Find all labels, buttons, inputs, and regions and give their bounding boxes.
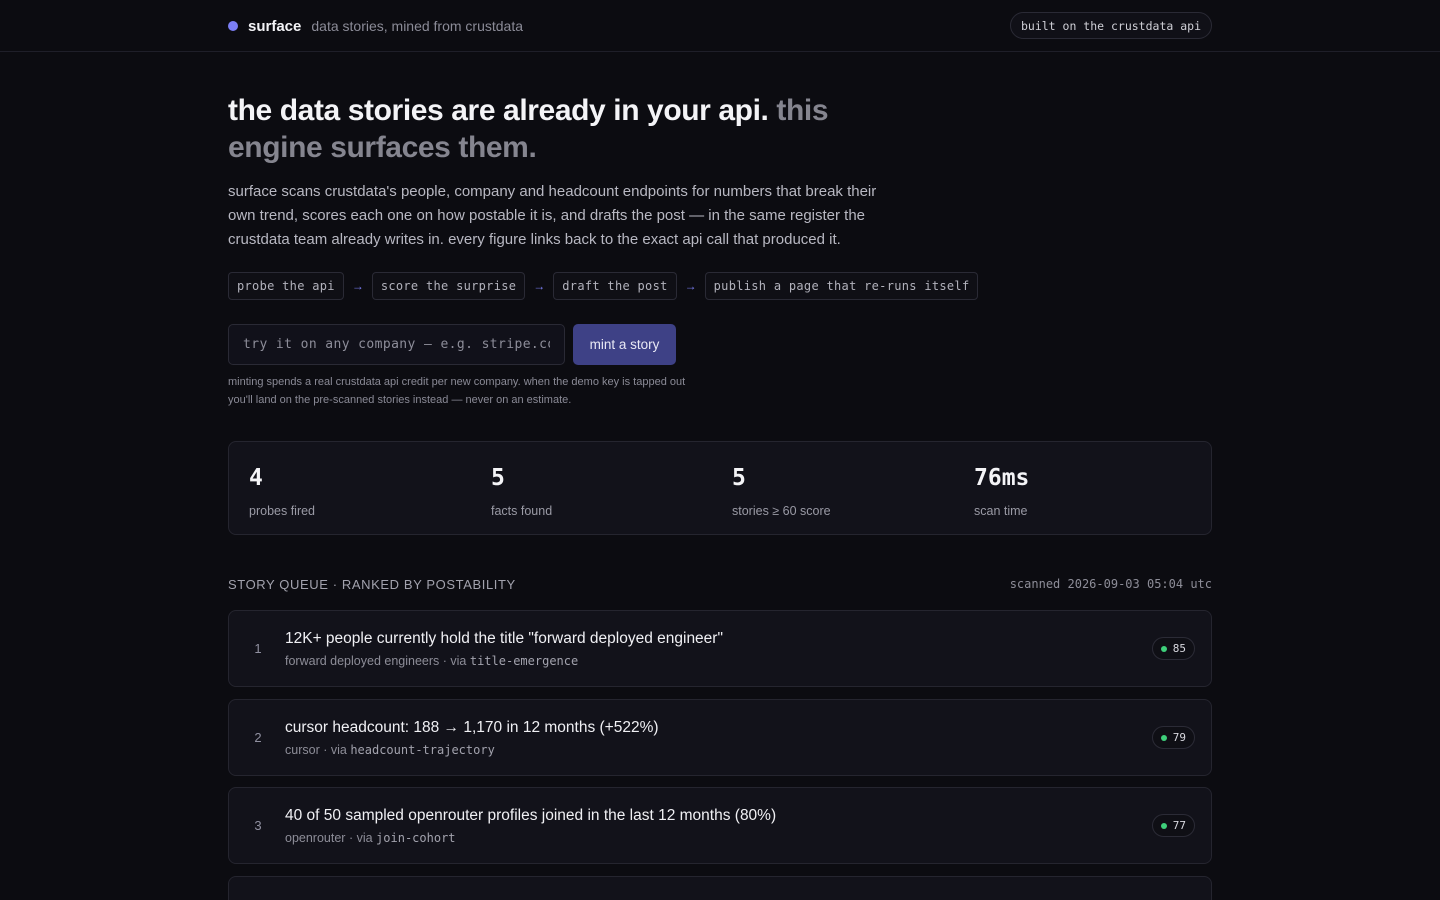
stat-scan-time: 76ms scan time [974,464,1029,518]
score-badge: 85 [1151,637,1195,660]
story-source: cursor [285,743,320,757]
story-card[interactable]: 3 40 of 50 sampled openrouter profiles j… [228,787,1212,864]
story-card[interactable]: 2 cursor headcount: 188 → 1,170 in 12 mo… [228,699,1212,776]
status-dot-icon [1160,645,1167,652]
story-title[interactable]: cursor headcount: 188 → 1,170 in 12 mont… [285,719,659,737]
stat-value: 5 [491,465,505,491]
story-meta: cursor · via headcount-trajectory [285,743,495,757]
story-probe[interactable]: headcount-trajectory [350,743,495,757]
score-value: 79 [1172,731,1186,744]
intro-paragraph: surface scans crustdata's people, compan… [228,183,877,248]
queue-title: STORY QUEUE · RANKED BY POSTABILITY [228,577,516,592]
brand-tagline: data stories, mined from crustdata [311,18,524,34]
stat-probes: 4 probes fired [249,464,315,518]
story-rank: 1 [254,641,262,656]
arrow-right-icon: → [533,279,546,293]
score-value: 77 [1172,819,1186,832]
pipeline-step-score: score the surprise [371,272,526,300]
story-source: forward deployed engineers [285,654,440,668]
pipeline-steps: probe the api → score the surprise → dra… [228,272,979,300]
story-probe[interactable]: join-cohort [376,831,455,845]
headline-primary: the data stories are already in your api… [228,94,769,127]
story-meta: openrouter · via join-cohort [285,831,456,845]
company-input[interactable] [228,324,565,365]
story-source: openrouter [285,831,346,845]
stat-facts: 5 facts found [491,464,552,518]
story-rank: 3 [254,818,262,833]
brand-dot-icon [228,21,238,31]
status-dot-icon [1160,822,1167,829]
via-label: via [356,831,373,845]
mint-note: minting spends a real crustdata api cred… [228,376,686,406]
top-bar: surface data stories, mined from crustda… [0,0,1440,52]
api-badge[interactable]: built on the crustdata api [1009,12,1212,39]
stat-value: 76ms [974,465,1030,491]
stat-label: stories ≥ 60 score [732,504,831,518]
story-probe[interactable]: title-emergence [470,654,578,668]
stat-label: probes fired [249,504,316,518]
story-meta: forward deployed engineers · via title-e… [285,654,579,668]
score-badge: 77 [1151,814,1195,837]
brand-name[interactable]: surface [248,18,301,35]
story-card-partial[interactable] [228,876,1212,900]
score-value: 85 [1172,642,1186,655]
stat-stories: 5 stories ≥ 60 score [732,464,831,518]
stat-value: 4 [249,465,263,491]
stat-value: 5 [732,465,746,491]
arrow-right-icon: → [351,279,364,293]
page-headline: the data stories are already in your api… [228,92,868,166]
via-label: via [330,743,347,757]
brand[interactable]: surface data stories, mined from crustda… [228,17,523,35]
stat-label: facts found [491,504,553,518]
via-label: via [450,654,467,668]
scanned-timestamp: scanned 2026-09-03 05:04 utc [1009,577,1212,591]
score-badge: 79 [1151,726,1195,749]
status-dot-icon [1160,734,1167,741]
story-card[interactable]: 1 12K+ people currently hold the title "… [228,610,1212,687]
story-title[interactable]: 40 of 50 sampled openrouter profiles joi… [285,807,776,825]
stats-panel: 4 probes fired 5 facts found 5 stories ≥… [228,441,1212,535]
pipeline-step-publish: publish a page that re-runs itself [704,272,979,300]
story-rank: 2 [254,730,262,745]
mint-form: mint a story [228,324,676,365]
pipeline-step-probe: probe the api [228,272,344,300]
pipeline-step-draft: draft the post [553,272,677,300]
story-title[interactable]: 12K+ people currently hold the title "fo… [285,630,723,648]
arrow-right-icon: → [684,279,697,293]
mint-story-button[interactable]: mint a story [573,324,676,365]
stat-label: scan time [974,504,1028,518]
